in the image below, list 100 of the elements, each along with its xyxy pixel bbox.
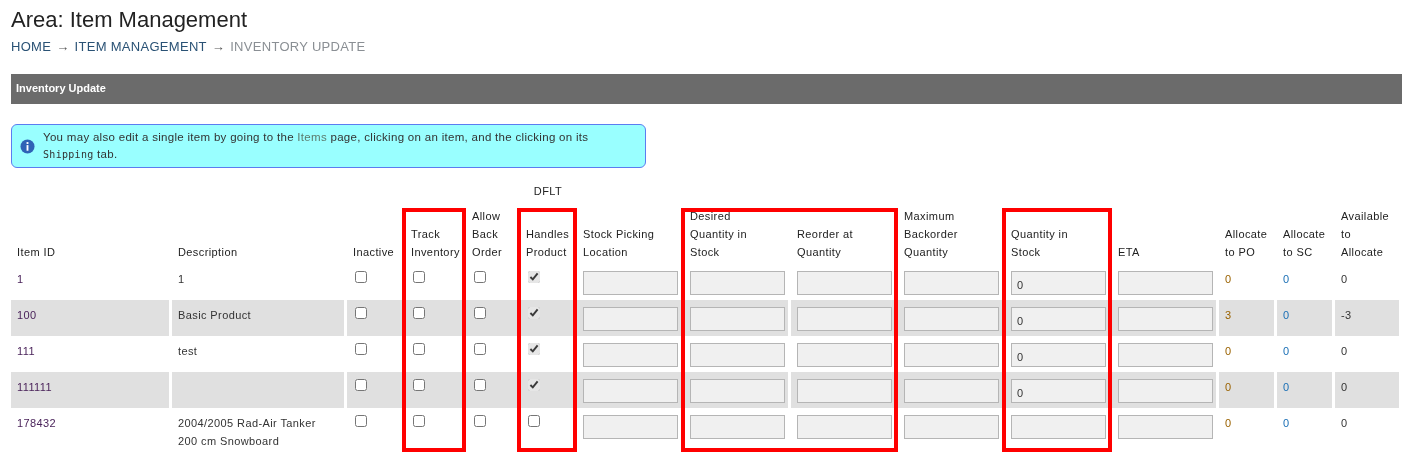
checkbox[interactable] [413, 415, 425, 427]
column-header: Maximum Backorder Quantity [904, 209, 959, 260]
input-field[interactable] [1118, 271, 1213, 295]
input-field[interactable] [904, 307, 999, 331]
checkbox[interactable] [474, 379, 486, 391]
table-cell-text: 0 [1283, 416, 1290, 431]
column-header: Track Inventory [411, 227, 459, 260]
table-cell-text: 111 [17, 344, 35, 359]
table-cell-text: 0 [1225, 380, 1232, 395]
checkbox[interactable] [528, 415, 540, 427]
table-cell-text: 3 [1225, 308, 1232, 323]
input-field[interactable] [583, 271, 678, 295]
breadcrumb-separator: → [211, 38, 226, 56]
input-field[interactable] [1118, 379, 1213, 403]
table-cell-text: 0 [1341, 416, 1348, 431]
input-field[interactable] [690, 271, 785, 295]
input-field[interactable] [690, 415, 785, 439]
input-field[interactable] [904, 271, 999, 295]
column-header: Allocate to PO [1225, 227, 1269, 260]
checkbox[interactable] [355, 415, 367, 427]
column-group-label: DFLT [533, 185, 563, 197]
table-cell-text: 1 [178, 272, 185, 287]
info-icon [20, 138, 35, 154]
table-cell-text: 111111 [17, 380, 53, 395]
column-header: Reorder at Quantity [797, 227, 854, 260]
items-link[interactable]: Items [297, 131, 327, 143]
checkbox[interactable] [528, 379, 540, 391]
breadcrumb-link[interactable]: ITEM MANAGEMENT [74, 38, 207, 56]
input-field[interactable] [583, 379, 678, 403]
table-cell-text: 2004/2005 Rad-Air Tanker 200 cm Snowboard [178, 416, 317, 449]
column-header: Quantity in Stock [1011, 227, 1069, 260]
table-cell-text: 0 [1283, 380, 1290, 395]
table-cell-text: 0 [1225, 344, 1232, 359]
checkbox[interactable] [413, 271, 425, 283]
column-header: Available to Allocate [1341, 209, 1391, 260]
input-field[interactable] [1011, 415, 1106, 439]
table-cell-text: 0 [1341, 380, 1348, 395]
column-header: Item ID [17, 245, 57, 260]
column-header: Desired Quantity in Stock [690, 209, 748, 260]
table-cell-text: 1 [17, 272, 24, 287]
input-field[interactable]: 0 [1011, 343, 1106, 367]
checkbox[interactable] [474, 271, 486, 283]
input-field[interactable] [797, 271, 892, 295]
input-field[interactable] [904, 343, 999, 367]
checkbox[interactable] [528, 343, 540, 355]
column-header: ETA [1118, 245, 1141, 260]
input-field[interactable] [690, 307, 785, 331]
table-cell-text: 0 [1283, 344, 1290, 359]
input-field[interactable] [1118, 343, 1213, 367]
input-field[interactable] [797, 343, 892, 367]
checkbox[interactable] [413, 343, 425, 355]
breadcrumb-current: INVENTORY UPDATE [230, 38, 366, 56]
input-field[interactable] [797, 379, 892, 403]
table-cell-text: 0 [1283, 308, 1290, 323]
input-field[interactable] [904, 415, 999, 439]
column-header: Inactive [353, 245, 396, 260]
table-cell-text: test [178, 344, 198, 359]
input-field[interactable] [583, 415, 678, 439]
panel-header: Inventory Update [11, 74, 1402, 104]
checkbox[interactable] [413, 379, 425, 391]
table-cell-text: 178432 [17, 416, 57, 431]
info-message: You may also edit a single item by going to the Items page, clicking on an item, and the clicking on its Shipping tab. [43, 130, 590, 162]
checkbox[interactable] [474, 343, 486, 355]
input-field[interactable] [1118, 415, 1213, 439]
table-cell-text: 0 [1341, 344, 1348, 359]
table-cell-text: 0 [1225, 416, 1232, 431]
checkbox[interactable] [355, 271, 367, 283]
checkbox[interactable] [474, 307, 486, 319]
breadcrumb-separator: → [56, 38, 70, 56]
input-field[interactable]: 0 [1011, 271, 1106, 295]
checkbox[interactable] [528, 307, 540, 319]
input-field[interactable] [797, 307, 892, 331]
input-field[interactable] [1118, 307, 1213, 331]
input-field[interactable] [583, 343, 678, 367]
checkbox[interactable] [355, 343, 367, 355]
input-field[interactable] [904, 379, 999, 403]
table-cell-text: -3 [1341, 308, 1352, 323]
page-title: Area: Item Management [11, 6, 248, 34]
table-cell-text: 100 [17, 308, 37, 323]
table-cell-text: 0 [1225, 272, 1232, 287]
column-header: Allocate to SC [1283, 227, 1327, 260]
table-cell-text: 0 [1283, 272, 1290, 287]
column-header: Description [178, 245, 239, 260]
table-cell-text: Basic Product [178, 308, 252, 323]
input-field[interactable] [583, 307, 678, 331]
input-field[interactable] [690, 343, 785, 367]
checkbox[interactable] [528, 271, 540, 283]
input-field[interactable]: 0 [1011, 379, 1106, 403]
input-field[interactable] [797, 415, 892, 439]
checkbox[interactable] [355, 307, 367, 319]
column-header: Stock Picking Location [583, 227, 656, 260]
column-header: Allow Back Order [472, 209, 504, 260]
checkbox[interactable] [355, 379, 367, 391]
input-field[interactable]: 0 [1011, 307, 1106, 331]
input-field[interactable] [690, 379, 785, 403]
column-header: Handles Product [526, 227, 570, 260]
checkbox[interactable] [474, 415, 486, 427]
checkbox[interactable] [413, 307, 425, 319]
table-cell-text: 0 [1341, 272, 1348, 287]
breadcrumb-link[interactable]: HOME [11, 38, 52, 56]
